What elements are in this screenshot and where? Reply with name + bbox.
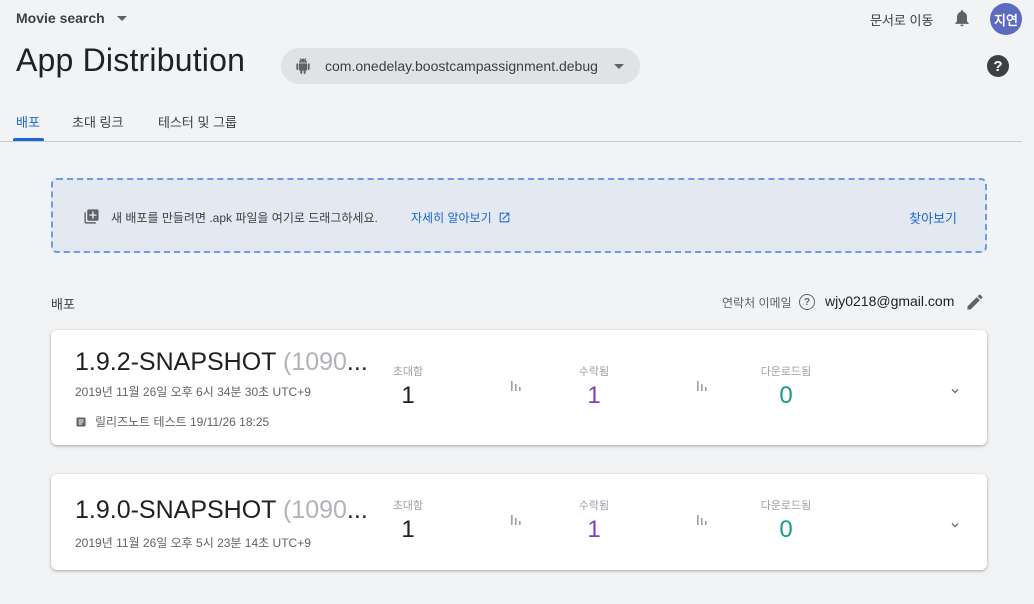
contact-email-label: 연락처 이메일 <box>722 296 792 310</box>
bar-chart-icon <box>697 381 707 391</box>
bar-chart-icon <box>511 515 521 525</box>
release-notes: 릴리즈노트 테스트 19/11/26 18:25 <box>75 413 269 430</box>
accepted-label: 수락됨 <box>578 500 610 512</box>
release-date: 2019년 11월 26일 오후 6시 34분 30초 UTC+9 <box>75 385 311 399</box>
learn-more-label: 자세히 알아보기 <box>411 211 492 225</box>
top-bar: Movie search 문서로 이동 지연 <box>0 0 1034 38</box>
external-link-icon <box>499 212 509 223</box>
page-title: App Distribution <box>16 42 246 78</box>
release-version: 1.9.0-SNAPSHOT (1090... <box>75 496 371 525</box>
help-icon[interactable]: ? <box>987 55 1009 77</box>
edit-icon[interactable] <box>965 292 985 312</box>
expand-icon[interactable] <box>948 518 962 532</box>
tab-invite-links[interactable]: 초대 링크 <box>72 112 123 131</box>
dropzone-instructions: 새 배포를 만들려면 .apk 파일을 여기로 드래그하세요. <box>111 211 378 225</box>
browse-button[interactable]: 찾아보기 <box>909 208 957 227</box>
chevron-down-icon <box>116 15 127 21</box>
apk-dropzone[interactable]: 새 배포를 만들려면 .apk 파일을 여기로 드래그하세요. 자세히 알아보기… <box>51 178 987 253</box>
invites-count: 1 <box>401 382 415 409</box>
build-number: (1090 <box>282 348 347 376</box>
release-card[interactable]: 1.9.0-SNAPSHOT (1090... 2019년 11월 26일 오후… <box>51 474 987 570</box>
release-notes-text: 릴리즈노트 테스트 19/11/26 18:25 <box>95 415 270 429</box>
expand-icon[interactable] <box>948 384 962 398</box>
help-icon[interactable]: ? <box>799 294 815 310</box>
version-name: 1.9.2-SNAPSHOT <box>75 348 277 376</box>
version-name: 1.9.0-SNAPSHOT <box>75 496 277 524</box>
avatar[interactable]: 지연 <box>990 3 1022 35</box>
release-version: 1.9.2-SNAPSHOT (1090... <box>75 348 371 377</box>
add-box-icon <box>84 209 99 224</box>
learn-more-link[interactable]: 자세히 알아보기 <box>411 209 511 226</box>
tab-bar: 배포 초대 링크 테스터 및 그룹 <box>0 100 1022 142</box>
build-number: (1090 <box>282 496 347 524</box>
tab-testers-groups[interactable]: 테스터 및 그룹 <box>158 112 237 131</box>
release-date: 2019년 11월 26일 오후 5시 23분 14초 UTC+9 <box>75 536 311 550</box>
accepted-label: 수락됨 <box>578 366 610 378</box>
contact-email-value: wjy0218@gmail.com <box>825 293 955 309</box>
package-name: com.onedelay.boostcampassignment.debug <box>325 58 598 74</box>
downloads-label: 다운로드됨 <box>760 366 812 378</box>
package-selector[interactable]: com.onedelay.boostcampassignment.debug <box>281 48 640 84</box>
invites-count: 1 <box>401 516 415 543</box>
invites-label: 초대함 <box>392 500 424 512</box>
active-tab-indicator <box>13 138 44 141</box>
invites-label: 초대함 <box>392 366 424 378</box>
accepted-count: 1 <box>587 516 601 543</box>
bar-chart-icon <box>697 515 707 525</box>
accepted-count: 1 <box>587 382 601 409</box>
downloads-label: 다운로드됨 <box>760 500 812 512</box>
bar-chart-icon <box>511 381 521 391</box>
project-name: Movie search <box>16 10 105 26</box>
docs-link[interactable]: 문서로 이동 <box>870 10 933 29</box>
android-icon <box>296 58 310 74</box>
release-card[interactable]: 1.9.2-SNAPSHOT (1090... 2019년 11월 26일 오후… <box>51 330 987 445</box>
tab-releases[interactable]: 배포 <box>16 112 40 131</box>
downloads-count: 0 <box>779 382 793 409</box>
version-ellipsis: ... <box>346 496 368 524</box>
releases-section-title: 배포 <box>51 297 75 312</box>
chevron-down-icon <box>614 64 624 69</box>
project-selector[interactable]: Movie search <box>16 10 127 26</box>
notes-icon <box>76 417 86 426</box>
bell-icon[interactable] <box>952 8 972 28</box>
version-ellipsis: ... <box>346 348 368 376</box>
downloads-count: 0 <box>779 516 793 543</box>
